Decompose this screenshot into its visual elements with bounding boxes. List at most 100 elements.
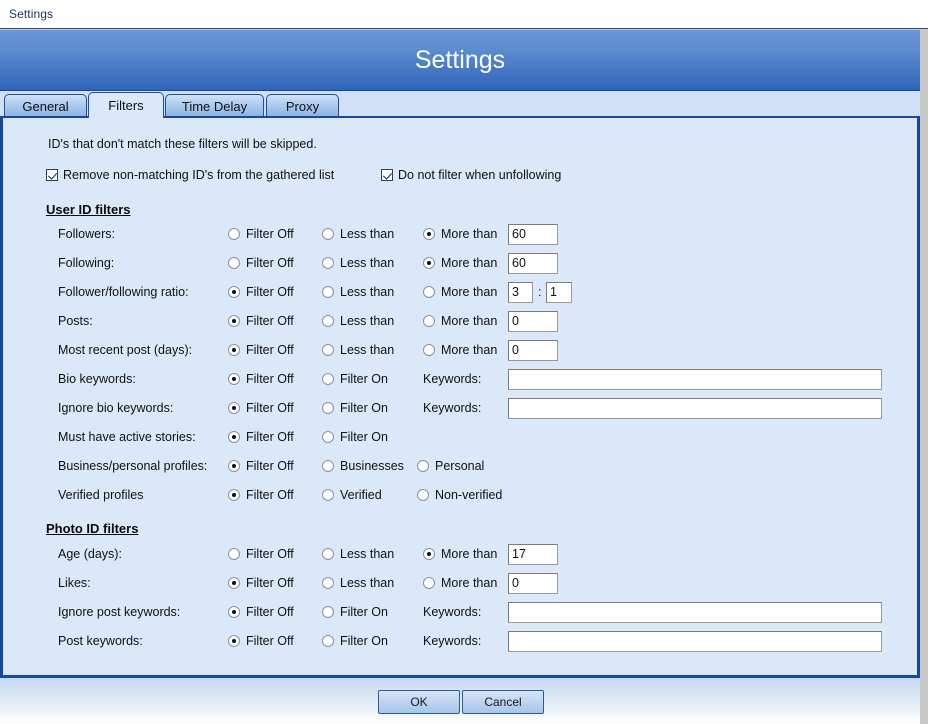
radio-more-than[interactable]: More than <box>423 227 497 241</box>
radio-filter-off[interactable]: Filter Off <box>228 488 294 502</box>
value-input[interactable]: 17 <box>508 544 558 565</box>
ratio-left-input[interactable]: 3 <box>508 282 533 303</box>
radio-filter-off[interactable]: Filter Off <box>228 576 294 590</box>
radio-filter-off[interactable]: Filter Off <box>228 401 294 415</box>
radio-icon[interactable] <box>228 635 240 647</box>
radio-icon[interactable] <box>322 228 334 240</box>
radio-icon[interactable] <box>228 460 240 472</box>
radio-filter-off[interactable]: Filter Off <box>228 430 294 444</box>
radio-icon[interactable] <box>228 257 240 269</box>
radio-filter-off[interactable]: Filter Off <box>228 343 294 357</box>
radio-icon[interactable] <box>322 257 334 269</box>
ok-button[interactable]: OK <box>378 690 460 714</box>
tab-filters[interactable]: Filters <box>88 92 164 118</box>
radio-icon[interactable] <box>322 606 334 618</box>
radio-icon[interactable] <box>228 286 240 298</box>
radio-more-than[interactable]: More than <box>423 547 497 561</box>
radio-icon[interactable] <box>228 431 240 443</box>
radio-filter-off[interactable]: Filter Off <box>228 547 294 561</box>
radio-more-than[interactable]: More than <box>423 285 497 299</box>
radio-icon[interactable] <box>322 315 334 327</box>
radio-personal[interactable]: Personal <box>417 459 484 473</box>
radio-filter-off[interactable]: Filter Off <box>228 372 294 386</box>
tab-general[interactable]: General <box>4 94 87 117</box>
radio-icon[interactable] <box>322 548 334 560</box>
keywords-input[interactable] <box>508 369 882 390</box>
radio-filter-off[interactable]: Filter Off <box>228 227 294 241</box>
radio-less-than[interactable]: Less than <box>322 314 394 328</box>
radio-verified[interactable]: Verified <box>322 488 382 502</box>
radio-more-than[interactable]: More than <box>423 256 497 270</box>
radio-filter-off[interactable]: Filter Off <box>228 314 294 328</box>
radio-label: Less than <box>340 285 395 299</box>
radio-filter-off[interactable]: Filter Off <box>228 256 294 270</box>
radio-icon[interactable] <box>228 373 240 385</box>
radio-icon[interactable] <box>417 460 429 472</box>
radio-icon[interactable] <box>228 489 240 501</box>
radio-filter-off[interactable]: Filter Off <box>228 605 294 619</box>
radio-icon[interactable] <box>228 577 240 589</box>
keywords-input[interactable] <box>508 631 882 652</box>
tab-time-delay[interactable]: Time Delay <box>165 94 264 117</box>
cancel-button[interactable]: Cancel <box>462 690 544 714</box>
radio-filter-on[interactable]: Filter On <box>322 430 388 444</box>
radio-icon[interactable] <box>423 315 435 327</box>
ratio-right-input[interactable]: 1 <box>546 282 572 303</box>
radio-less-than[interactable]: Less than <box>322 547 394 561</box>
radio-less-than[interactable]: Less than <box>322 227 394 241</box>
keywords-input[interactable] <box>508 398 882 419</box>
radio-filter-off[interactable]: Filter Off <box>228 634 294 648</box>
radio-icon[interactable] <box>423 577 435 589</box>
radio-icon[interactable] <box>322 344 334 356</box>
value-input[interactable]: 0 <box>508 340 558 361</box>
radio-more-than[interactable]: More than <box>423 314 497 328</box>
keywords-input[interactable] <box>508 602 882 623</box>
tab-bar: General Filters Time Delay Proxy <box>0 91 920 118</box>
checkbox-icon[interactable] <box>381 169 393 181</box>
checkbox-icon[interactable] <box>46 169 58 181</box>
value-input[interactable]: 60 <box>508 224 558 245</box>
radio-icon[interactable] <box>423 228 435 240</box>
value-input[interactable]: 60 <box>508 253 558 274</box>
checkbox-remove-non-matching[interactable]: Remove non-matching ID's from the gather… <box>46 168 334 182</box>
tab-proxy[interactable]: Proxy <box>266 94 339 117</box>
radio-filter-on[interactable]: Filter On <box>322 401 388 415</box>
row-label: Ignore bio keywords: <box>58 401 174 415</box>
radio-non-verified[interactable]: Non-verified <box>417 488 502 502</box>
radio-icon[interactable] <box>322 431 334 443</box>
radio-icon[interactable] <box>423 548 435 560</box>
radio-icon[interactable] <box>423 344 435 356</box>
radio-icon[interactable] <box>423 257 435 269</box>
radio-icon[interactable] <box>228 228 240 240</box>
radio-less-than[interactable]: Less than <box>322 256 394 270</box>
radio-icon[interactable] <box>228 606 240 618</box>
radio-more-than[interactable]: More than <box>423 576 497 590</box>
radio-icon[interactable] <box>228 344 240 356</box>
radio-icon[interactable] <box>322 373 334 385</box>
radio-less-than[interactable]: Less than <box>322 343 394 357</box>
radio-icon[interactable] <box>423 286 435 298</box>
value-input[interactable]: 0 <box>508 311 558 332</box>
radio-less-than[interactable]: Less than <box>322 576 394 590</box>
radio-less-than[interactable]: Less than <box>322 285 394 299</box>
value-input[interactable]: 0 <box>508 573 558 594</box>
radio-businesses[interactable]: Businesses <box>322 459 404 473</box>
radio-more-than[interactable]: More than <box>423 343 497 357</box>
checkbox-do-not-filter-unfollowing[interactable]: Do not filter when unfollowing <box>381 168 561 182</box>
radio-filter-off[interactable]: Filter Off <box>228 285 294 299</box>
radio-icon[interactable] <box>322 286 334 298</box>
radio-icon[interactable] <box>228 315 240 327</box>
radio-icon[interactable] <box>322 577 334 589</box>
radio-icon[interactable] <box>322 635 334 647</box>
radio-icon[interactable] <box>322 460 334 472</box>
radio-label: Filter On <box>340 430 388 444</box>
radio-icon[interactable] <box>228 548 240 560</box>
radio-icon[interactable] <box>322 402 334 414</box>
radio-icon[interactable] <box>228 402 240 414</box>
radio-filter-on[interactable]: Filter On <box>322 605 388 619</box>
radio-icon[interactable] <box>322 489 334 501</box>
radio-filter-on[interactable]: Filter On <box>322 634 388 648</box>
radio-filter-off[interactable]: Filter Off <box>228 459 294 473</box>
radio-filter-on[interactable]: Filter On <box>322 372 388 386</box>
radio-icon[interactable] <box>417 489 429 501</box>
